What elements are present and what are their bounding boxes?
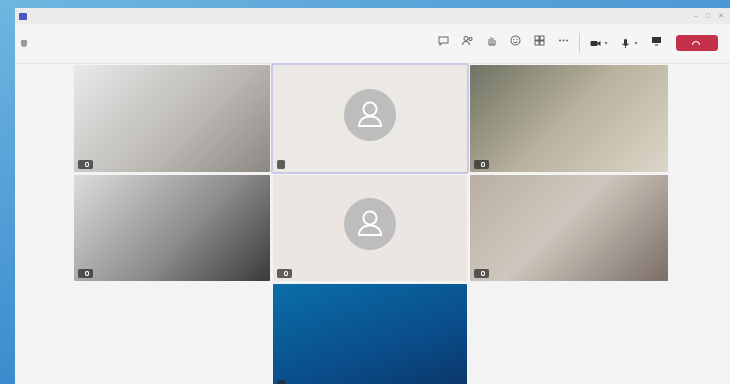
- video-stage: [15, 63, 730, 384]
- participant-video-tile[interactable]: [470, 175, 668, 281]
- camera-button[interactable]: ▾: [584, 30, 614, 56]
- person-icon: [358, 210, 382, 236]
- share-screen-icon: [651, 35, 662, 46]
- camera-options-chevron-icon[interactable]: ▾: [604, 40, 607, 47]
- participant-video-tile[interactable]: [74, 175, 270, 281]
- person-icon: [358, 101, 382, 127]
- meeting-toolbar: ▾ ▾: [15, 24, 730, 64]
- participant-video-tile[interactable]: [273, 284, 467, 384]
- microphone-button[interactable]: ▾: [614, 30, 644, 56]
- participant-name-tag: [277, 380, 285, 384]
- participant-video-tile[interactable]: [74, 65, 270, 172]
- more-icon: [558, 35, 569, 46]
- raise-hand-icon: [486, 35, 497, 46]
- mic-status-icon: [481, 162, 485, 167]
- avatar: [344, 88, 396, 141]
- participant-avatar-tile[interactable]: [273, 175, 467, 281]
- meeting-timer: [21, 40, 32, 47]
- mic-status-icon: [85, 162, 89, 167]
- participant-avatar-tile[interactable]: [271, 63, 469, 174]
- participant-name-tag: [78, 269, 93, 278]
- phone-icon: [691, 41, 700, 45]
- camera-icon: [590, 38, 601, 49]
- view-button[interactable]: [527, 30, 551, 56]
- raise-hand-button[interactable]: [479, 30, 503, 56]
- react-button[interactable]: [503, 30, 527, 56]
- react-icon: [510, 35, 521, 46]
- meeting-window: – □ ✕ ▾ ▾: [15, 8, 730, 384]
- maximize-button[interactable]: □: [706, 13, 710, 20]
- microphone-icon: [620, 38, 631, 49]
- participant-name-tag: [277, 160, 285, 169]
- avatar: [344, 198, 396, 250]
- people-button[interactable]: [455, 30, 479, 56]
- share-button[interactable]: [644, 30, 668, 56]
- more-button[interactable]: [551, 30, 575, 56]
- close-window-button[interactable]: ✕: [718, 13, 724, 20]
- participant-video-tile[interactable]: [470, 65, 668, 172]
- participant-name-tag: [474, 269, 489, 278]
- title-bar: – □ ✕: [15, 8, 730, 24]
- participant-name-tag: [78, 160, 93, 169]
- meeting-controls: ▾ ▾: [431, 30, 718, 56]
- mic-status-icon: [85, 271, 89, 276]
- minimize-button[interactable]: –: [694, 13, 698, 20]
- people-icon: [461, 35, 473, 46]
- window-controls: – □ ✕: [694, 8, 724, 24]
- participant-name-tag: [474, 160, 489, 169]
- chat-button[interactable]: [431, 30, 455, 56]
- microphone-options-chevron-icon[interactable]: ▾: [634, 40, 637, 47]
- chat-icon: [438, 35, 449, 46]
- app-logo-icon: [19, 12, 27, 20]
- view-icon: [534, 35, 545, 46]
- toolbar-divider: [579, 33, 580, 53]
- leave-button[interactable]: [676, 35, 718, 51]
- participant-name-tag: [277, 269, 292, 278]
- mic-status-icon: [481, 271, 485, 276]
- mic-status-icon: [284, 271, 288, 276]
- shield-icon: [21, 40, 27, 47]
